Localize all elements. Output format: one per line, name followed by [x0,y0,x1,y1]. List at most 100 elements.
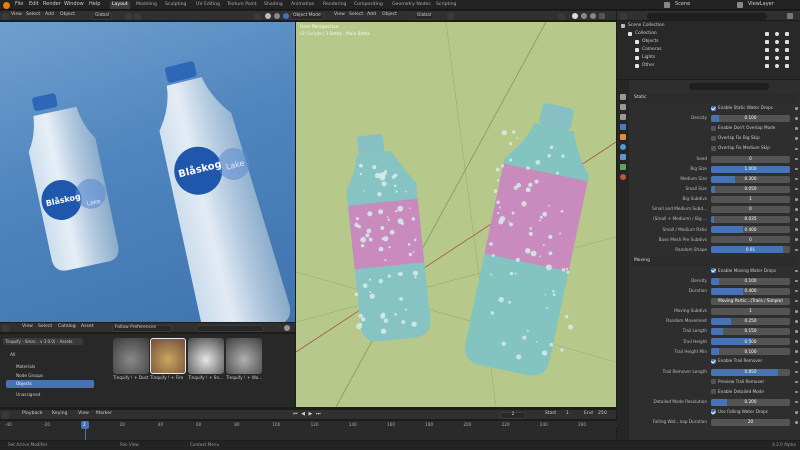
blender-logo-icon[interactable] [3,1,10,9]
keyframe-dot-icon[interactable] [795,147,798,151]
workspace-tab-uv-editing[interactable]: UV Editing [194,1,222,9]
property-value-field[interactable]: 0.400 [711,287,790,295]
checkbox[interactable] [711,379,716,385]
scene-name[interactable]: Scene [675,2,690,7]
checkbox[interactable] [711,358,716,364]
start-frame-value[interactable]: 1 [566,411,569,417]
output-tab-icon[interactable] [620,114,626,120]
keyframe-dot-icon[interactable] [795,187,798,191]
physics-tab-icon[interactable] [620,144,626,150]
checkbox[interactable] [711,145,716,151]
modifier-tab-icon[interactable] [620,124,626,130]
property-value-field[interactable]: 0.100 [711,115,790,123]
outliner-editor-type-icon[interactable] [620,12,627,20]
right-viewport-menu-view[interactable]: View [334,12,345,18]
outliner-filter-icon[interactable] [787,13,793,19]
end-frame-value[interactable]: 250 [598,411,607,417]
eye-icon[interactable] [775,48,779,52]
keyframe-dot-icon[interactable] [795,421,798,424]
timeline-editor-type-icon[interactable] [2,411,9,419]
eye-icon[interactable] [775,40,779,44]
keyframe-dot-icon[interactable] [795,269,798,273]
right-transform-dropdown[interactable]: Global [414,12,435,20]
camera-icon[interactable] [785,56,789,60]
asset-editor-type-icon[interactable] [2,324,9,332]
asset-menu-select[interactable]: Select [38,324,52,330]
checkbox[interactable] [711,135,716,141]
asset-menu-view[interactable]: View [22,324,33,330]
right-shading-material-icon[interactable] [581,13,587,19]
left-viewport-menu-view[interactable]: View [11,12,22,18]
camera-icon[interactable] [785,40,789,44]
catalog-node-groups[interactable]: Node Groups [16,373,43,378]
keyframe-dot-icon[interactable] [795,299,798,303]
left-viewport-menu-object[interactable]: Object [60,12,75,18]
right-overlay-icon[interactable] [558,12,565,20]
proportional-edit-icon[interactable] [134,12,141,20]
render-tab-icon[interactable] [620,104,626,110]
workspace-tab-rendering[interactable]: Rendering [321,1,348,9]
keyframe-dot-icon[interactable] [795,117,798,120]
keyframe-dot-icon[interactable] [795,350,798,353]
workspace-tab-sculpting[interactable]: Sculpting [163,1,188,9]
outliner-row[interactable]: Cameras [617,46,797,54]
checkbox-icon[interactable] [765,32,769,36]
outliner-row[interactable]: Other [617,62,797,70]
property-value-field[interactable]: 0.050 [711,185,790,193]
menu-edit[interactable]: Edit [29,2,39,7]
property-value-field[interactable]: 0.400 [711,226,790,234]
property-value-field[interactable]: 1.000 [711,165,790,173]
keyframe-dot-icon[interactable] [795,137,798,140]
keyframe-dot-icon[interactable] [795,107,798,110]
keyframe-dot-icon[interactable] [795,218,798,221]
asset-menu-catalog[interactable]: Catalog [58,324,76,330]
keyframe-dot-icon[interactable] [795,310,798,313]
keyframe-dot-icon[interactable] [795,411,798,414]
right-shading-rendered-icon[interactable] [590,13,596,19]
moving-section-header[interactable]: Moving [631,256,797,266]
asset-search-field[interactable] [196,324,264,332]
editor-type-icon[interactable] [2,12,9,20]
keyframe-dot-icon[interactable] [795,157,798,161]
keyframe-dot-icon[interactable] [795,248,798,252]
workspace-tab-shading[interactable]: Shading [262,1,285,9]
workspace-tab-scripting[interactable]: Scripting [434,1,458,9]
catalog-materials[interactable]: Materials [16,364,35,369]
right-shading-options-icon[interactable] [599,13,605,19]
property-value-field[interactable]: 0.850 [711,368,790,376]
asset-thumb-fire[interactable] [150,338,186,374]
keyframe-dot-icon[interactable] [795,340,798,343]
property-value-field[interactable]: 0.91­ [711,246,790,254]
right-shading-solid-icon[interactable] [572,13,578,19]
asset-menu-asset[interactable]: Asset [81,324,94,330]
overlay-icon[interactable] [254,12,261,20]
property-value-field[interactable]: 0.300 [711,175,790,183]
material-tab-icon[interactable] [620,174,626,180]
outliner-row[interactable]: Scene Collection [617,22,797,30]
catalog-all[interactable]: All [10,353,15,358]
property-value-field[interactable]: 0.100 [711,277,790,285]
menu-file[interactable]: File [15,2,23,7]
keyframe-dot-icon[interactable] [795,360,798,364]
property-value-field[interactable]: 0 [711,236,790,244]
shading-material-icon[interactable] [274,13,280,19]
view-layer-name[interactable]: ViewLayer [748,2,774,7]
asset-filter-dropdown[interactable]: Follow Preferences [112,324,172,332]
keyframe-dot-icon[interactable] [795,320,798,323]
keyframe-dot-icon[interactable] [795,380,798,384]
shading-rendered-icon[interactable] [283,13,289,19]
catalog-unassigned[interactable]: Unassigned [16,392,40,397]
keyframe-dot-icon[interactable] [795,177,798,181]
snap-icon[interactable] [125,12,132,20]
constraints-tab-icon[interactable] [620,154,626,160]
current-frame-field[interactable]: 2 [500,411,526,419]
workspace-tab-compositing[interactable]: Compositing [352,1,385,9]
play-controls[interactable]: ⏮ ◀ ▶ ⏭ [293,412,321,417]
right-viewport-menu-add[interactable]: Add [367,12,376,18]
menu-help[interactable]: Help [89,2,100,7]
menu-window[interactable]: Window [64,2,84,7]
checkbox-icon[interactable] [765,56,769,60]
timeline-menu-keying[interactable]: Keying [52,411,67,417]
timeline-body[interactable]: -40-200204060801001201401601802002202402… [0,421,624,440]
property-value-field[interactable]: 1 [711,195,790,203]
